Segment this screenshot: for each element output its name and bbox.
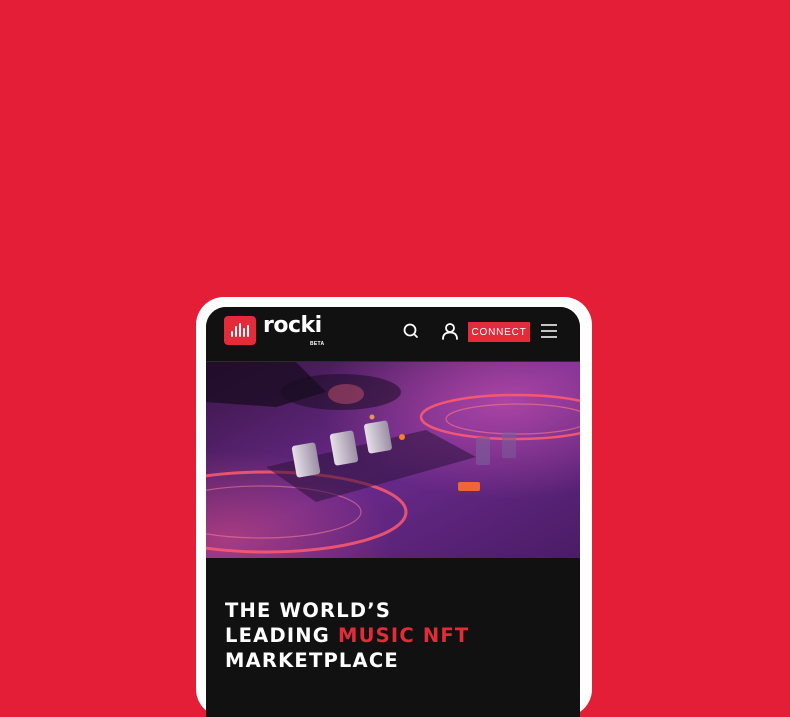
- page-headline: THE WORLD’S LEADING MUSIC NFT MARKETPLACE: [225, 599, 470, 672]
- user-icon[interactable]: [439, 320, 461, 342]
- hamburger-menu-icon[interactable]: [538, 320, 560, 342]
- rocki-logo-icon[interactable]: [224, 316, 256, 345]
- search-icon[interactable]: [400, 320, 422, 342]
- hero-content: THE WORLD’S LEADING MUSIC NFT MARKETPLACE: [206, 558, 580, 717]
- connect-button[interactable]: CONNECT: [468, 322, 530, 342]
- beta-badge: BETA: [310, 341, 325, 347]
- phone-frame: rocki BETA CONNECT THE WORLD’S LEADING M…: [196, 297, 592, 717]
- logo-wordmark[interactable]: rocki: [263, 313, 322, 338]
- hero-image: [206, 362, 580, 558]
- phone-screen: rocki BETA CONNECT THE WORLD’S LEADING M…: [206, 307, 580, 717]
- headline-accent: MUSIC NFT: [338, 624, 470, 647]
- top-navbar: rocki BETA CONNECT: [206, 307, 580, 362]
